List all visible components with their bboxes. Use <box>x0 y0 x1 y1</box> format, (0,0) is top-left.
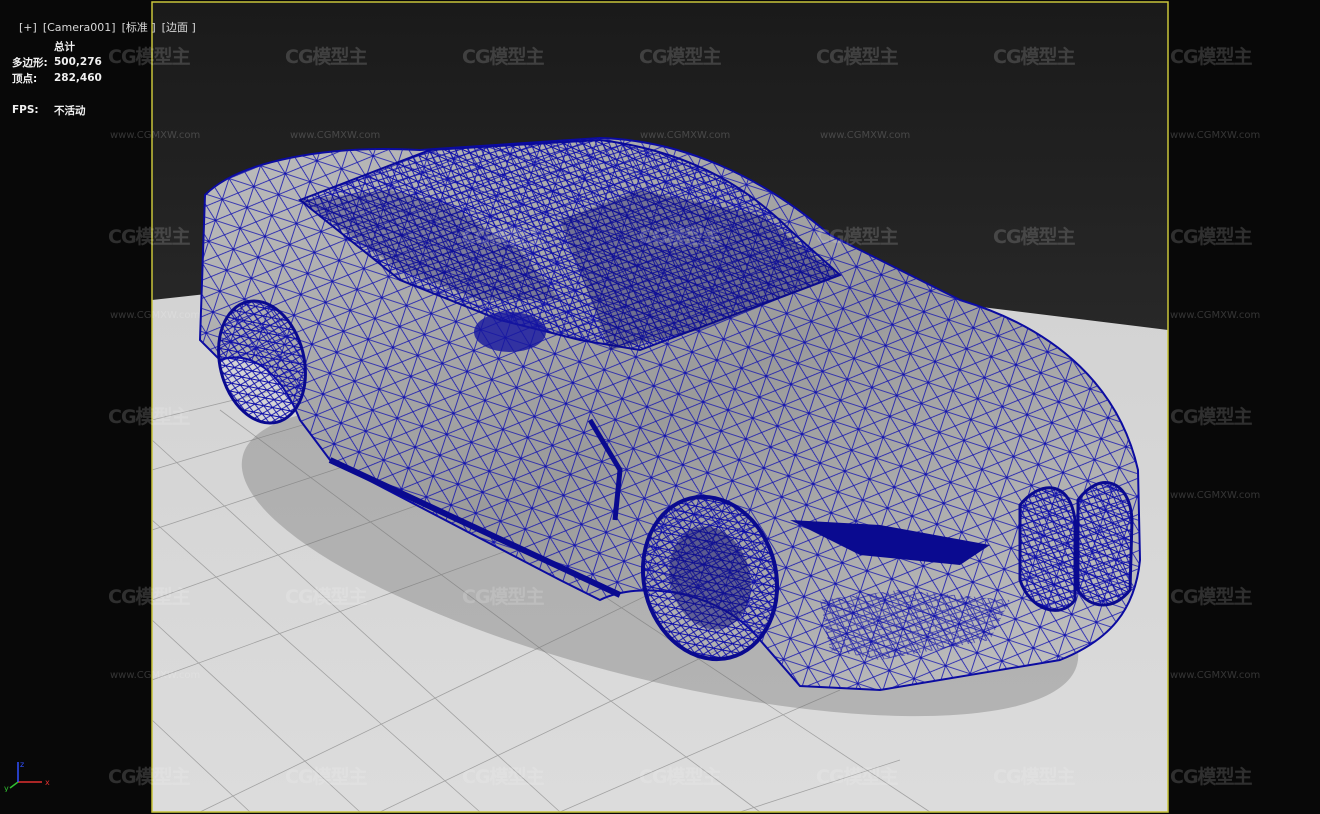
viewport-statistics: 总计 多边形: 500,276 顶点: 282,460 FPS: 不活动 <box>12 38 124 118</box>
watermark-logo: CG模型主 <box>993 226 1076 248</box>
watermark-url: www.CGMXW.com <box>1170 490 1261 501</box>
verts-label: 顶点: <box>12 72 38 85</box>
watermark-logo: CG模型主 <box>462 766 545 788</box>
viewport-menu-edged-faces[interactable]: [边面 ] <box>162 21 196 34</box>
viewport-menu-shading[interactable]: [标准 ] <box>122 21 156 34</box>
watermark-logo: CG模型主 <box>462 46 545 68</box>
watermark-logo: CG模型主 <box>816 46 899 68</box>
watermark-logo: CG模型主 <box>285 766 368 788</box>
stats-title: 总计 <box>54 40 75 53</box>
watermark-logo: CG模型主 <box>639 46 722 68</box>
axis-y-label: y <box>4 784 9 792</box>
watermark-url: www.CGMXW.com <box>820 130 911 141</box>
watermark-url: www.CGMXW.com <box>110 310 201 321</box>
watermark-logo: CG模型主 <box>816 766 899 788</box>
watermark-logo: CG模型主 <box>108 766 191 788</box>
fps-value: 不活动 <box>54 104 86 117</box>
watermark-logo: CG模型主 <box>462 586 545 608</box>
fps-label: FPS: <box>12 104 39 116</box>
watermark-url: www.CGMXW.com <box>110 130 201 141</box>
verts-value: 282,460 <box>54 72 102 84</box>
watermark-logo: CG模型主 <box>462 226 545 248</box>
viewport-menu-general[interactable]: [+] <box>19 21 37 34</box>
axis-z-label: z <box>20 760 24 769</box>
watermark-logo: CG模型主 <box>993 766 1076 788</box>
watermark-logo: CG模型主 <box>639 226 722 248</box>
watermark-logo: CG模型主 <box>993 46 1076 68</box>
watermark-logo: CG模型主 <box>639 766 722 788</box>
watermark-logo: CG模型主 <box>285 46 368 68</box>
watermark-url: www.CGMXW.com <box>110 670 201 681</box>
polys-value: 500,276 <box>54 56 102 68</box>
watermark-logo: CG模型主 <box>1170 406 1253 428</box>
viewport-menu-camera[interactable]: [Camera001] <box>43 21 116 34</box>
watermark-url: www.CGMXW.com <box>640 130 731 141</box>
watermark-logo: CG模型主 <box>1170 46 1253 68</box>
watermark-url: www.CGMXW.com <box>290 130 381 141</box>
polys-label: 多边形: <box>12 56 48 69</box>
watermark-url: www.CGMXW.com <box>1170 310 1261 321</box>
watermark-logo: CG模型主 <box>285 586 368 608</box>
watermark-logo: CG模型主 <box>1170 226 1253 248</box>
axis-x-label: x <box>45 778 50 787</box>
viewport-scene <box>0 0 1320 814</box>
watermark-logo: CG模型主 <box>1170 766 1253 788</box>
watermark-logo: CG模型主 <box>816 226 899 248</box>
watermark-logo: CG模型主 <box>108 226 191 248</box>
3d-viewport[interactable]: CG模型主 CG模型主 CG模型主 CG模型主 CG模型主 CG模型主 CG模型… <box>0 0 1320 814</box>
watermark-logo: CG模型主 <box>1170 586 1253 608</box>
watermark-logo: CG模型主 <box>108 586 191 608</box>
axis-tripod-icon: x y z <box>4 760 50 792</box>
watermark-logo: CG模型主 <box>108 406 191 428</box>
watermark-url: www.CGMXW.com <box>1170 670 1261 681</box>
watermark-url: www.CGMXW.com <box>1170 130 1261 141</box>
